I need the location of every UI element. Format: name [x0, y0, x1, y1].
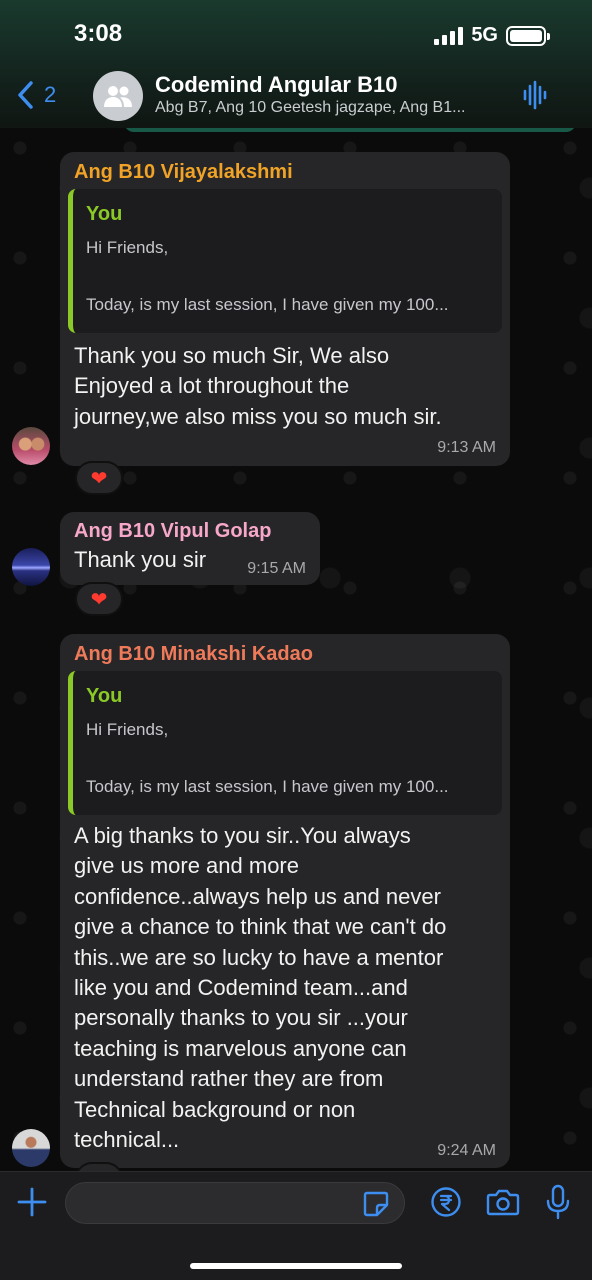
quoted-author: You	[86, 203, 123, 225]
message-time: 9:15 AM	[247, 560, 306, 577]
message-line: teaching is marvelous anyone can	[74, 1035, 407, 1061]
message-time: 9:13 AM	[437, 439, 496, 456]
group-avatar[interactable]	[93, 71, 143, 121]
message-sender: Ang B10 Minakshi Kadao	[74, 643, 313, 665]
quoted-text-line: Today, is my last session, I have given …	[86, 777, 449, 796]
back-button[interactable]: 2	[16, 80, 56, 110]
quoted-message[interactable]: You Hi Friends, Today, is my last sessio…	[68, 671, 502, 815]
plus-icon[interactable]	[16, 1186, 48, 1218]
message-line: Thank you so much Sir, We also	[74, 343, 390, 368]
message-line: journey,we also miss you so much sir.	[74, 403, 442, 429]
heart-reaction-icon[interactable]: ❤	[75, 582, 123, 616]
message-bubble[interactable]: Ang B10 Vijayalakshmi You Hi Friends, To…	[60, 152, 510, 466]
signal-icon	[434, 26, 464, 45]
message-input[interactable]	[65, 1182, 405, 1224]
sender-avatar[interactable]	[12, 427, 50, 465]
chevron-left-icon	[18, 81, 33, 109]
payment-rupee-icon[interactable]	[430, 1186, 462, 1218]
message-line: give a chance to think that we can't do	[74, 914, 447, 940]
quoted-text-line: Today, is my last session, I have given …	[86, 295, 449, 314]
quoted-author: You	[86, 685, 123, 707]
chat-title[interactable]: Codemind Angular B10	[155, 72, 397, 98]
message-line: A big thanks to you sir..You always	[74, 823, 411, 848]
message-line: Thank you sir	[74, 547, 207, 572]
message-text: Thank you so much Sir, We also Enjoyed a…	[74, 341, 442, 432]
camera-icon[interactable]	[486, 1186, 520, 1218]
message-line: this..we are so lucky to have a mentor	[74, 944, 444, 970]
battery-icon	[506, 25, 550, 46]
audio-call-icon[interactable]	[522, 80, 550, 110]
message-line: confidence..always help us and never	[74, 883, 441, 909]
message-line: technical...	[74, 1127, 180, 1153]
sender-avatar[interactable]	[12, 1129, 50, 1167]
message-bubble[interactable]: Ang B10 Vipul Golap Thank you sir 9:15 A…	[60, 512, 320, 585]
group-icon	[104, 86, 132, 107]
chat-area[interactable]: Ang B10 Vijayalakshmi You Hi Friends, To…	[0, 128, 592, 1171]
quoted-text-line: Hi Friends,	[86, 238, 169, 257]
message-line: understand rather they are from	[74, 1066, 384, 1092]
home-indicator	[190, 1263, 402, 1269]
sticker-icon[interactable]	[362, 1190, 390, 1218]
message-line: give us more and more	[74, 853, 299, 879]
message-line: Enjoyed a lot throughout the	[74, 373, 350, 399]
heart-reaction-icon[interactable]: ❤	[75, 461, 123, 495]
chat-header: 3:08 5G 2 Codemind Angular B10 Abg B7, A…	[0, 0, 592, 128]
sender-avatar[interactable]	[12, 548, 50, 586]
network-type: 5G	[471, 24, 498, 46]
chat-participants[interactable]: Abg B7, Ang 10 Geetesh jagzape, Ang B1..…	[155, 99, 465, 117]
message-line: like you and Codemind team...and	[74, 975, 408, 1001]
message-sender: Ang B10 Vijayalakshmi	[74, 161, 293, 183]
microphone-icon[interactable]	[544, 1184, 572, 1220]
message-line: personally thanks to you sir ...your	[74, 1005, 408, 1031]
message-bubble[interactable]: Ang B10 Minakshi Kadao You Hi Friends, T…	[60, 634, 510, 1168]
quoted-text-line: Hi Friends,	[86, 720, 169, 739]
message-sender: Ang B10 Vipul Golap	[74, 520, 272, 542]
message-line: Technical background or non	[74, 1096, 356, 1122]
message-time: 9:24 AM	[437, 1142, 496, 1159]
message-text: Thank you sir	[74, 545, 206, 575]
quoted-message[interactable]: You Hi Friends, Today, is my last sessio…	[68, 189, 502, 333]
unread-count: 2	[44, 82, 57, 107]
status-indicators: 5G	[434, 24, 550, 47]
status-time: 3:08	[74, 20, 123, 47]
message-text: A big thanks to you sir..You always give…	[74, 821, 446, 1155]
